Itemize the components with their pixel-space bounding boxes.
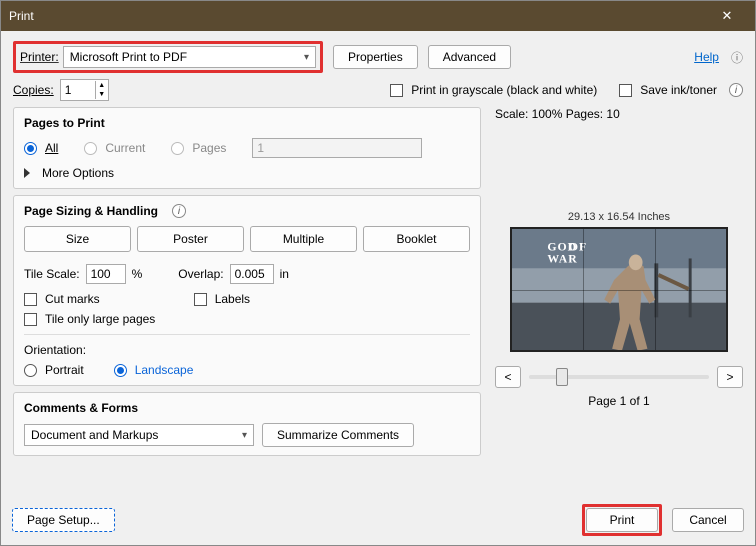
tile-large-row[interactable]: Tile only large pages: [24, 312, 470, 326]
copies-input[interactable]: [61, 81, 95, 99]
pages-to-print-panel: Pages to Print All Current Pages: [13, 107, 481, 189]
overlap-unit: in: [280, 267, 289, 281]
chevron-down-icon: ▾: [242, 430, 247, 441]
cut-marks-checkbox[interactable]: [24, 293, 37, 306]
printer-label: Printer:: [20, 50, 59, 64]
summarize-comments-button[interactable]: Summarize Comments: [262, 423, 414, 447]
labels-checkbox[interactable]: [194, 293, 207, 306]
tile-scale-unit: %: [132, 267, 143, 281]
radio-pages[interactable]: Pages: [171, 141, 226, 155]
booklet-button[interactable]: Booklet: [363, 226, 470, 252]
page-setup-button[interactable]: Page Setup...: [12, 508, 115, 532]
printer-row-highlight: Printer: Microsoft Print to PDF ▾: [13, 41, 323, 73]
chevron-down-icon: ▾: [304, 52, 309, 63]
radio-portrait-label: Portrait: [45, 363, 84, 377]
sizing-title: Page Sizing & Handling: [24, 204, 158, 218]
comments-panel: Comments & Forms Document and Markups ▾ …: [13, 392, 481, 456]
radio-current-label: Current: [105, 141, 145, 155]
copies-spinner[interactable]: ▲▼: [60, 79, 109, 101]
radio-portrait-input[interactable]: [24, 364, 37, 377]
radio-landscape-label: Landscape: [135, 363, 194, 377]
properties-button[interactable]: Properties: [333, 45, 418, 69]
overlap-label: Overlap:: [178, 267, 223, 281]
radio-current-input[interactable]: [84, 142, 97, 155]
expand-triangle-icon[interactable]: [24, 168, 30, 178]
grayscale-label: Print in grayscale (black and white): [411, 83, 597, 97]
radio-landscape[interactable]: Landscape: [114, 363, 194, 377]
orientation-title: Orientation:: [24, 343, 470, 357]
page-slider[interactable]: [529, 375, 709, 379]
radio-all-label: All: [45, 141, 58, 155]
print-button[interactable]: Print: [586, 508, 658, 532]
titlebar: Print ✕: [1, 1, 755, 31]
pages-range-input[interactable]: [252, 138, 422, 158]
radio-portrait[interactable]: Portrait: [24, 363, 84, 377]
tile-large-label: Tile only large pages: [45, 312, 155, 326]
printer-select[interactable]: Microsoft Print to PDF ▾: [63, 46, 316, 68]
poster-button[interactable]: Poster: [137, 226, 244, 252]
cut-marks-label: Cut marks: [45, 292, 100, 306]
cut-marks-row[interactable]: Cut marks: [24, 292, 100, 306]
printer-selected: Microsoft Print to PDF: [70, 50, 187, 64]
more-options-link[interactable]: More Options: [42, 166, 114, 180]
pages-to-print-title: Pages to Print: [24, 116, 470, 130]
advanced-button[interactable]: Advanced: [428, 45, 511, 69]
close-icon[interactable]: ✕: [707, 8, 747, 24]
print-preview: GOD OF WAR: [510, 227, 728, 352]
tile-scale-label: Tile Scale:: [24, 267, 80, 281]
svg-text:WAR: WAR: [547, 252, 577, 265]
save-ink-checkbox[interactable]: [619, 84, 632, 97]
spinner-down-icon[interactable]: ▼: [96, 90, 108, 99]
preview-image: GOD OF WAR: [512, 229, 726, 352]
labels-row[interactable]: Labels: [194, 292, 250, 306]
grayscale-checkbox[interactable]: [390, 84, 403, 97]
radio-landscape-input[interactable]: [114, 364, 127, 377]
save-ink-checkbox-row[interactable]: Save ink/toner: [619, 83, 717, 97]
tile-large-checkbox[interactable]: [24, 313, 37, 326]
comments-title: Comments & Forms: [24, 401, 470, 415]
copies-label: Copies:: [13, 83, 54, 97]
save-ink-label: Save ink/toner: [640, 83, 717, 97]
comments-selected: Document and Markups: [31, 428, 158, 442]
comments-select[interactable]: Document and Markups ▾: [24, 424, 254, 446]
spinner-up-icon[interactable]: ▲: [96, 81, 108, 90]
slider-thumb[interactable]: [556, 368, 568, 386]
info-icon[interactable]: i: [729, 83, 743, 97]
tile-scale-input[interactable]: [86, 264, 126, 284]
radio-all-input[interactable]: [24, 142, 37, 155]
page-indicator: Page 1 of 1: [495, 394, 743, 408]
grayscale-checkbox-row[interactable]: Print in grayscale (black and white): [390, 83, 597, 97]
preview-dimensions: 29.13 x 16.54 Inches: [495, 211, 743, 223]
scale-pages-text: Scale: 100% Pages: 10: [495, 107, 743, 121]
labels-label: Labels: [215, 292, 250, 306]
radio-pages-input[interactable]: [171, 142, 184, 155]
overlap-input[interactable]: [230, 264, 274, 284]
window-title: Print: [9, 9, 707, 23]
size-button[interactable]: Size: [24, 226, 131, 252]
help-link[interactable]: Help: [694, 50, 719, 64]
next-page-button[interactable]: >: [717, 366, 743, 388]
help-icon[interactable]: ⓘ: [731, 49, 743, 66]
info-icon[interactable]: i: [172, 204, 186, 218]
radio-current[interactable]: Current: [84, 141, 145, 155]
cancel-button[interactable]: Cancel: [672, 508, 744, 532]
multiple-button[interactable]: Multiple: [250, 226, 357, 252]
radio-all[interactable]: All: [24, 141, 58, 155]
prev-page-button[interactable]: <: [495, 366, 521, 388]
print-button-highlight: Print: [582, 504, 662, 536]
radio-pages-label: Pages: [192, 141, 226, 155]
sizing-panel: Page Sizing & Handling i Size Poster Mul…: [13, 195, 481, 386]
